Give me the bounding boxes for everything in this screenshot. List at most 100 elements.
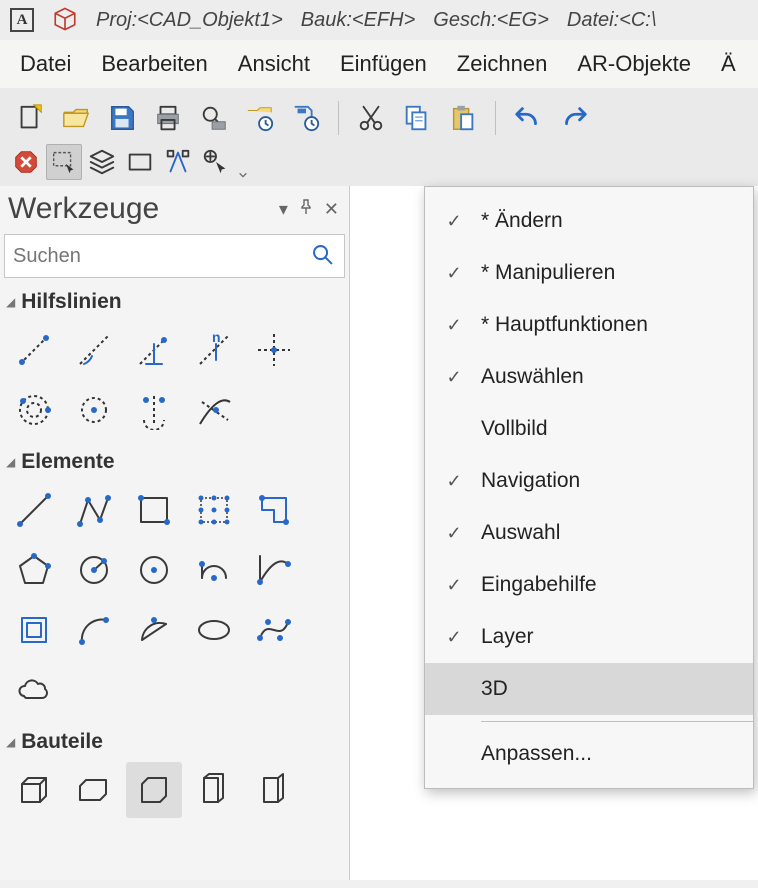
toolbar-context-menu: ✓ * Ändern ✓* Manipulieren ✓* Hauptfunkti… bbox=[424, 186, 754, 789]
ctx-item-layer[interactable]: ✓ Layer bbox=[425, 611, 753, 663]
tool-arc-segment[interactable] bbox=[126, 602, 182, 658]
search-icon[interactable] bbox=[310, 242, 336, 271]
tool-component-e[interactable] bbox=[246, 762, 302, 818]
tool-component-a[interactable] bbox=[6, 762, 62, 818]
tool-rect-grid[interactable] bbox=[186, 482, 242, 538]
ctx-item-eingabehilfe[interactable]: ✓Eingabehilfe bbox=[425, 559, 753, 611]
menu-file[interactable]: Datei bbox=[20, 51, 71, 77]
save-version-button[interactable] bbox=[284, 96, 328, 140]
toolbar-area bbox=[0, 88, 758, 186]
drawing-canvas[interactable]: ✓ * Ändern ✓* Manipulieren ✓* Hauptfunkti… bbox=[350, 186, 758, 880]
ctx-label: Auswählen bbox=[481, 365, 584, 389]
app-logo-icon: A bbox=[10, 8, 34, 32]
tool-component-d[interactable] bbox=[186, 762, 242, 818]
cut-button[interactable] bbox=[349, 96, 393, 140]
tool-spline[interactable] bbox=[246, 602, 302, 658]
menu-view[interactable]: Ansicht bbox=[238, 51, 310, 77]
title-bar: A Proj:<CAD_Objekt1> Bauk:<EFH> Gesch:<E… bbox=[0, 0, 758, 40]
tool-line[interactable] bbox=[6, 482, 62, 538]
check-icon: ✓ bbox=[443, 211, 465, 232]
tool-component-c[interactable] bbox=[126, 762, 182, 818]
paste-button[interactable] bbox=[441, 96, 485, 140]
check-icon: ✓ bbox=[443, 471, 465, 492]
save-button[interactable] bbox=[100, 96, 144, 140]
area-select-button[interactable] bbox=[46, 144, 82, 180]
ctx-label: * Ändern bbox=[481, 209, 563, 233]
ctx-item-anpassen[interactable]: Anpassen... bbox=[425, 728, 753, 780]
ctx-label: Vollbild bbox=[481, 417, 548, 441]
ctx-item-vollbild[interactable]: Vollbild bbox=[425, 403, 753, 455]
ctx-item-3d[interactable]: 3D bbox=[425, 663, 753, 715]
tool-parallel-lines[interactable] bbox=[6, 602, 62, 658]
tool-polyline[interactable] bbox=[66, 482, 122, 538]
tool-guide-line[interactable] bbox=[6, 322, 62, 378]
tool-l-shape[interactable] bbox=[246, 482, 302, 538]
tool-component-b[interactable] bbox=[66, 762, 122, 818]
tool-guide-circle-double[interactable] bbox=[6, 382, 62, 438]
ctx-label: Anpassen... bbox=[481, 742, 592, 766]
tool-guide-perp[interactable] bbox=[126, 322, 182, 378]
panel-title: Werkzeuge bbox=[8, 192, 159, 226]
ctx-item-manipulieren[interactable]: ✓* Manipulieren bbox=[425, 247, 753, 299]
calibrate-cursor-button[interactable] bbox=[198, 144, 234, 180]
ctx-item-auswaehlen[interactable]: ✓ Auswählen bbox=[425, 351, 753, 403]
tool-semicircle[interactable] bbox=[186, 542, 242, 598]
category-elements-header[interactable]: ◢ Elemente bbox=[0, 448, 349, 476]
open-file-button[interactable] bbox=[54, 96, 98, 140]
ctx-item-aendern[interactable]: ✓ * Ändern bbox=[425, 195, 753, 247]
stop-button[interactable] bbox=[8, 144, 44, 180]
tool-rectangle[interactable] bbox=[126, 482, 182, 538]
undo-button[interactable] bbox=[506, 96, 550, 140]
main-menu: Datei Bearbeiten Ansicht Einfügen Zeichn… bbox=[0, 40, 758, 88]
menu-draw[interactable]: Zeichnen bbox=[457, 51, 548, 77]
menu-overflow[interactable]: Ä bbox=[721, 51, 736, 77]
tool-guide-circle[interactable] bbox=[66, 382, 122, 438]
ctx-label: Layer bbox=[481, 625, 534, 649]
layers-button[interactable] bbox=[84, 144, 120, 180]
panel-dropdown-icon[interactable]: ▾ bbox=[279, 199, 288, 220]
project-cube-icon bbox=[52, 6, 78, 35]
breadcrumb-file: Datei:<C:\ bbox=[567, 9, 656, 32]
tool-ellipse[interactable] bbox=[186, 602, 242, 658]
tool-guide-angle[interactable] bbox=[66, 322, 122, 378]
menu-edit[interactable]: Bearbeiten bbox=[101, 51, 207, 77]
print-preview-button[interactable] bbox=[192, 96, 236, 140]
panel-pin-icon[interactable] bbox=[298, 199, 314, 220]
tools-panel: Werkzeuge ▾ ✕ ◢ Hilfslinien n bbox=[0, 186, 350, 880]
copy-button[interactable] bbox=[395, 96, 439, 140]
check-icon: ✓ bbox=[443, 523, 465, 544]
toolbar-row-select bbox=[4, 142, 754, 182]
open-recent-button[interactable] bbox=[238, 96, 282, 140]
tool-arc-tangent[interactable] bbox=[246, 542, 302, 598]
tool-guide-tangent[interactable] bbox=[186, 382, 242, 438]
collapse-icon: ◢ bbox=[6, 295, 15, 309]
check-icon: ✓ bbox=[443, 367, 465, 388]
tool-cloud[interactable] bbox=[6, 662, 62, 718]
tool-arc[interactable] bbox=[66, 602, 122, 658]
toolbar-overflow-button[interactable] bbox=[236, 144, 250, 180]
menu-insert[interactable]: Einfügen bbox=[340, 51, 427, 77]
category-guides-header[interactable]: ◢ Hilfslinien bbox=[0, 288, 349, 316]
ctx-item-auswahl[interactable]: ✓Auswahl bbox=[425, 507, 753, 559]
tool-circle-edge[interactable] bbox=[66, 542, 122, 598]
print-button[interactable] bbox=[146, 96, 190, 140]
ctx-label: Navigation bbox=[481, 469, 580, 493]
menu-ar-objects[interactable]: AR-Objekte bbox=[577, 51, 691, 77]
tool-polygon[interactable] bbox=[6, 542, 62, 598]
tool-guide-divider[interactable] bbox=[126, 382, 182, 438]
rectangle-view-button[interactable] bbox=[122, 144, 158, 180]
search-field[interactable] bbox=[4, 234, 345, 278]
category-components-header[interactable]: ◢ Bauteile bbox=[0, 728, 349, 756]
check-icon: ✓ bbox=[443, 627, 465, 648]
ctx-item-navigation[interactable]: ✓ Navigation bbox=[425, 455, 753, 507]
tool-guide-numbered[interactable]: n bbox=[186, 322, 242, 378]
tool-circle-center[interactable] bbox=[126, 542, 182, 598]
redo-button[interactable] bbox=[552, 96, 596, 140]
check-icon: ✓ bbox=[443, 263, 465, 284]
measure-angle-button[interactable] bbox=[160, 144, 196, 180]
new-file-button[interactable] bbox=[8, 96, 52, 140]
ctx-item-hauptfunktionen[interactable]: ✓* Hauptfunktionen bbox=[425, 299, 753, 351]
tool-guide-cross[interactable] bbox=[246, 322, 302, 378]
panel-close-icon[interactable]: ✕ bbox=[324, 199, 339, 220]
search-input[interactable] bbox=[13, 245, 310, 268]
